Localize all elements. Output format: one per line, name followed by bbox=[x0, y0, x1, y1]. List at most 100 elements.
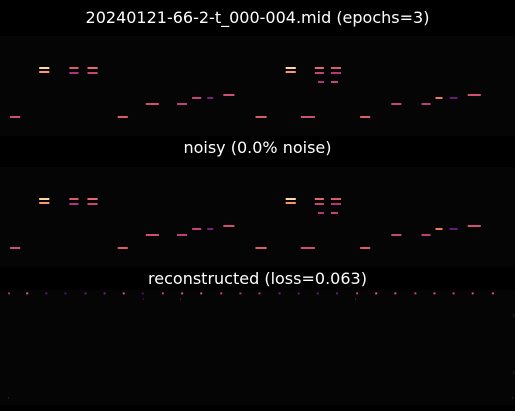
note-cell bbox=[84, 292, 87, 295]
note-cell bbox=[177, 103, 188, 105]
note-cell bbox=[421, 103, 431, 105]
note-cell bbox=[45, 292, 48, 295]
note-cell bbox=[255, 247, 267, 249]
note-cell bbox=[26, 292, 29, 295]
note-cell bbox=[435, 97, 443, 99]
note-cell bbox=[467, 225, 481, 227]
note-cell bbox=[317, 212, 324, 214]
note-cell bbox=[491, 292, 494, 295]
note-cell bbox=[449, 228, 458, 230]
note-cell bbox=[314, 203, 324, 205]
figure-title: 20240121-66-2-t_000-004.mid (epochs=3) bbox=[85, 8, 430, 27]
note-cell bbox=[330, 198, 341, 200]
reconstructed-pianoroll-panel bbox=[0, 290, 515, 405]
plot-background bbox=[0, 36, 515, 136]
note-cell bbox=[192, 97, 202, 99]
noisy-pianoroll-panel bbox=[0, 167, 515, 267]
note-cell bbox=[145, 103, 159, 105]
noisy-panel-title: noisy (0.0% noise) bbox=[183, 138, 332, 157]
note-cell bbox=[69, 72, 79, 74]
note-cell bbox=[8, 292, 10, 295]
note-cell bbox=[330, 203, 341, 205]
note-cell bbox=[356, 292, 359, 295]
note-cell bbox=[375, 292, 378, 295]
plot-background bbox=[0, 167, 515, 267]
note-cell bbox=[255, 116, 267, 118]
note-cell bbox=[300, 116, 315, 118]
note-cell bbox=[330, 67, 341, 69]
note-cell bbox=[278, 292, 281, 295]
note-cell bbox=[223, 225, 235, 227]
note-cell bbox=[87, 203, 98, 205]
note-cell bbox=[87, 198, 98, 200]
note-cell bbox=[285, 202, 296, 204]
note-cell bbox=[317, 81, 324, 83]
note-cell bbox=[207, 228, 214, 230]
note-cell bbox=[330, 81, 338, 83]
note-cell bbox=[142, 298, 144, 301]
note-cell bbox=[449, 97, 458, 99]
note-cell bbox=[87, 72, 98, 74]
note-cell bbox=[39, 202, 50, 204]
note-cell bbox=[122, 292, 125, 295]
note-cell bbox=[330, 72, 341, 74]
note-cell bbox=[467, 94, 481, 96]
note-cell bbox=[421, 234, 431, 236]
note-cell bbox=[360, 116, 371, 118]
note-cell bbox=[512, 397, 513, 400]
note-cell bbox=[316, 292, 319, 295]
note-cell bbox=[207, 97, 214, 99]
note-cell bbox=[64, 292, 67, 295]
note-cell bbox=[39, 67, 50, 69]
note-cell bbox=[330, 212, 338, 214]
note-cell bbox=[145, 234, 159, 236]
plot-background bbox=[0, 290, 515, 405]
note-cell bbox=[223, 94, 235, 96]
note-cell bbox=[314, 72, 324, 74]
note-cell bbox=[471, 292, 474, 295]
reconstructed-panel-title: reconstructed (loss=0.063) bbox=[148, 269, 367, 288]
note-cell bbox=[103, 292, 106, 295]
note-cell bbox=[433, 292, 436, 295]
note-cell bbox=[258, 292, 261, 295]
note-cell bbox=[141, 292, 144, 295]
note-cell bbox=[8, 397, 9, 400]
note-cell bbox=[355, 298, 357, 301]
note-cell bbox=[192, 228, 202, 230]
note-cell bbox=[87, 67, 98, 69]
note-cell bbox=[285, 67, 296, 69]
note-cell bbox=[314, 67, 324, 69]
note-cell bbox=[220, 292, 223, 295]
note-cell bbox=[394, 292, 397, 295]
note-cell bbox=[513, 371, 514, 374]
note-cell bbox=[513, 314, 514, 317]
note-cell bbox=[39, 198, 50, 200]
note-cell bbox=[200, 292, 203, 295]
note-cell bbox=[285, 198, 296, 200]
note-cell bbox=[336, 292, 338, 295]
note-cell bbox=[69, 198, 79, 200]
note-cell bbox=[297, 292, 300, 295]
note-cell bbox=[161, 292, 164, 295]
note-cell bbox=[435, 228, 443, 230]
note-cell bbox=[391, 103, 402, 105]
note-cell bbox=[10, 247, 21, 249]
note-cell bbox=[69, 203, 79, 205]
note-cell bbox=[180, 298, 181, 301]
note-cell bbox=[69, 67, 79, 69]
note-cell bbox=[414, 292, 417, 295]
note-cell bbox=[10, 116, 21, 118]
note-cell bbox=[177, 234, 188, 236]
note-cell bbox=[181, 292, 184, 295]
note-cell bbox=[239, 292, 242, 295]
note-cell bbox=[117, 247, 128, 249]
note-cell bbox=[117, 116, 128, 118]
note-cell bbox=[452, 292, 455, 295]
original-pianoroll-panel bbox=[0, 36, 515, 136]
note-cell bbox=[285, 71, 296, 73]
note-cell bbox=[39, 71, 50, 73]
note-cell bbox=[391, 234, 402, 236]
note-cell bbox=[360, 247, 371, 249]
note-cell bbox=[314, 198, 324, 200]
note-cell bbox=[300, 247, 315, 249]
